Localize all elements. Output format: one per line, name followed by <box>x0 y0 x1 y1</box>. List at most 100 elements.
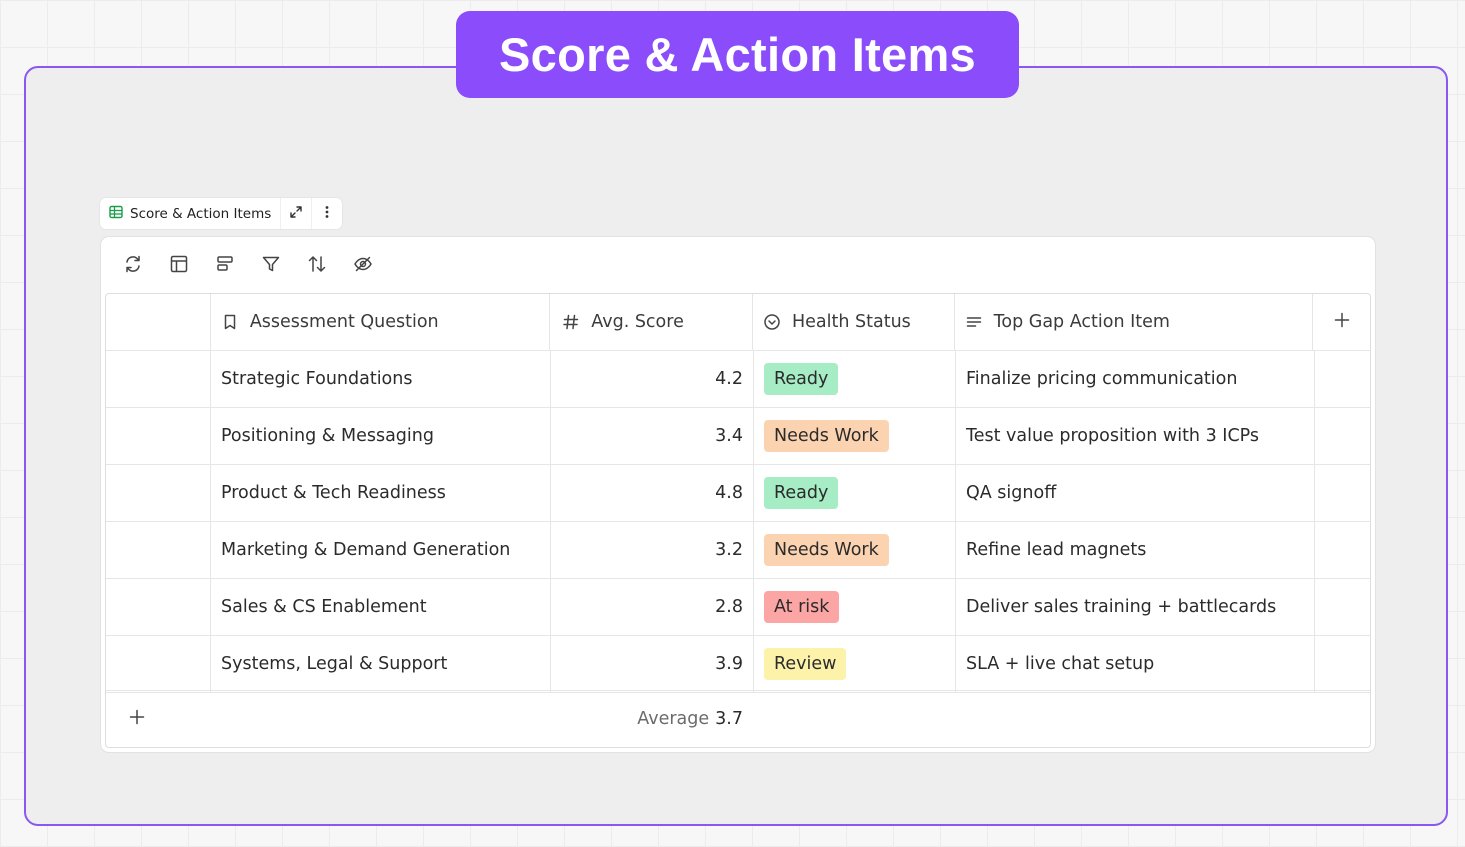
question-text: Strategic Foundations <box>221 368 413 389</box>
column-label: Top Gap Action Item <box>993 312 1170 332</box>
score-average: Average 3.7 <box>550 691 753 747</box>
score-cell[interactable]: 4.8 <box>550 464 753 521</box>
table-row[interactable]: Sales & CS Enablement 2.8 At risk Deliver s… <box>106 578 1370 636</box>
action-text: Test value proposition with 3 ICPs <box>966 425 1260 446</box>
column-header-status[interactable]: Health Status <box>751 294 954 350</box>
column-header-score[interactable]: Avg. Score <box>549 294 752 350</box>
data-table: Assessment Question Avg. Score Health St… <box>105 293 1371 748</box>
row-index-cell[interactable] <box>106 464 210 521</box>
add-column-button[interactable] <box>1313 294 1370 350</box>
action-text: Deliver sales training + battlecards <box>966 596 1277 617</box>
column-header-question[interactable]: Assessment Question <box>209 294 549 350</box>
add-row-button[interactable] <box>106 691 210 747</box>
row-index-header <box>106 294 210 350</box>
action-cell[interactable]: Deliver sales training + battlecards <box>955 578 1315 635</box>
status-cell[interactable]: Needs Work <box>753 407 955 464</box>
layout-icon <box>169 254 189 278</box>
status-badge: Needs Work <box>764 419 889 452</box>
status-cell[interactable]: Review <box>753 635 955 692</box>
action-text: Finalize pricing communication <box>966 368 1238 389</box>
action-text: Refine lead magnets <box>966 539 1147 560</box>
question-text: Systems, Legal & Support <box>221 653 448 674</box>
question-cell[interactable]: Positioning & Messaging <box>210 407 550 464</box>
expand-icon <box>289 205 303 223</box>
score-value: 2.8 <box>715 596 743 617</box>
table-header-row: Assessment Question Avg. Score Health St… <box>106 294 1370 351</box>
column-header-action[interactable]: Top Gap Action Item <box>953 294 1314 350</box>
score-value: 3.2 <box>715 539 743 560</box>
score-value: 4.2 <box>715 368 743 389</box>
plus-icon <box>128 708 146 731</box>
status-badge: Review <box>764 647 847 680</box>
status-cell[interactable]: At risk <box>753 578 955 635</box>
status-badge: Ready <box>764 476 839 509</box>
status-badge: At risk <box>764 590 840 623</box>
refresh-icon <box>123 254 143 278</box>
action-cell[interactable]: SLA + live chat setup <box>955 635 1315 692</box>
text-lines-icon <box>965 313 983 331</box>
widget-tab[interactable]: Score & Action Items <box>100 198 343 229</box>
bookmark-icon <box>221 313 239 331</box>
question-cell[interactable]: Marketing & Demand Generation <box>210 521 550 578</box>
footer-spacer <box>210 691 550 747</box>
table-toolbar <box>101 237 375 294</box>
plus-icon <box>1333 311 1351 334</box>
expand-button[interactable] <box>280 198 311 229</box>
score-cell[interactable]: 4.2 <box>550 350 753 407</box>
status-cell[interactable]: Needs Work <box>753 521 955 578</box>
table-row[interactable]: Marketing & Demand Generation 3.2 Needs Wo… <box>106 521 1370 579</box>
group-button[interactable] <box>213 254 237 278</box>
row-index-cell[interactable] <box>106 407 210 464</box>
action-cell[interactable]: QA signoff <box>955 464 1315 521</box>
hide-fields-button[interactable] <box>351 254 375 278</box>
more-options-button[interactable] <box>311 198 342 229</box>
status-cell[interactable]: Ready <box>753 350 955 407</box>
score-value: 4.8 <box>715 482 743 503</box>
action-text: SLA + live chat setup <box>966 653 1155 674</box>
status-badge: Ready <box>764 362 839 395</box>
table-row[interactable]: Product & Tech Readiness 4.8 Ready QA signo… <box>106 464 1370 522</box>
score-cell[interactable]: 2.8 <box>550 578 753 635</box>
table-row[interactable]: Strategic Foundations 4.2 Ready Finalize pr… <box>106 350 1370 408</box>
question-text: Sales & CS Enablement <box>221 596 427 617</box>
score-value: 3.4 <box>715 425 743 446</box>
status-cell[interactable]: Ready <box>753 464 955 521</box>
table-row[interactable]: Positioning & Messaging 3.4 Needs Work Test… <box>106 407 1370 465</box>
sort-icon <box>307 254 327 278</box>
layout-button[interactable] <box>167 254 191 278</box>
column-label: Assessment Question <box>249 312 439 332</box>
action-cell[interactable]: Finalize pricing communication <box>955 350 1315 407</box>
row-index-cell[interactable] <box>106 350 210 407</box>
hide-icon <box>353 254 373 278</box>
status-icon <box>763 313 781 331</box>
group-icon <box>215 254 235 278</box>
column-label: Avg. Score <box>591 312 684 332</box>
filter-icon <box>261 254 281 278</box>
question-cell[interactable]: Sales & CS Enablement <box>210 578 550 635</box>
banner-title: Score & Action Items <box>456 11 1019 98</box>
hash-icon <box>562 313 580 331</box>
widget-tab-name[interactable]: Score & Action Items <box>100 205 280 223</box>
table-row[interactable]: Systems, Legal & Support 3.9 Review SLA + l… <box>106 635 1370 693</box>
refresh-button[interactable] <box>121 254 145 278</box>
average-label: Average <box>637 709 710 729</box>
score-cell[interactable]: 3.2 <box>550 521 753 578</box>
average-value: 3.7 <box>715 709 743 729</box>
action-cell[interactable]: Test value proposition with 3 ICPs <box>955 407 1315 464</box>
question-cell[interactable]: Product & Tech Readiness <box>210 464 550 521</box>
action-cell[interactable]: Refine lead magnets <box>955 521 1315 578</box>
question-text: Positioning & Messaging <box>221 425 434 446</box>
question-cell[interactable]: Systems, Legal & Support <box>210 635 550 692</box>
row-index-cell[interactable] <box>106 521 210 578</box>
score-cell[interactable]: 3.4 <box>550 407 753 464</box>
table-footer-row: Average 3.7 <box>106 690 1370 747</box>
question-cell[interactable]: Strategic Foundations <box>210 350 550 407</box>
table-widget: Assessment Question Avg. Score Health St… <box>101 237 1375 752</box>
sort-button[interactable] <box>305 254 329 278</box>
question-text: Marketing & Demand Generation <box>221 539 511 560</box>
more-vertical-icon <box>320 205 334 223</box>
filter-button[interactable] <box>259 254 283 278</box>
score-cell[interactable]: 3.9 <box>550 635 753 692</box>
row-index-cell[interactable] <box>106 578 210 635</box>
row-index-cell[interactable] <box>106 635 210 692</box>
